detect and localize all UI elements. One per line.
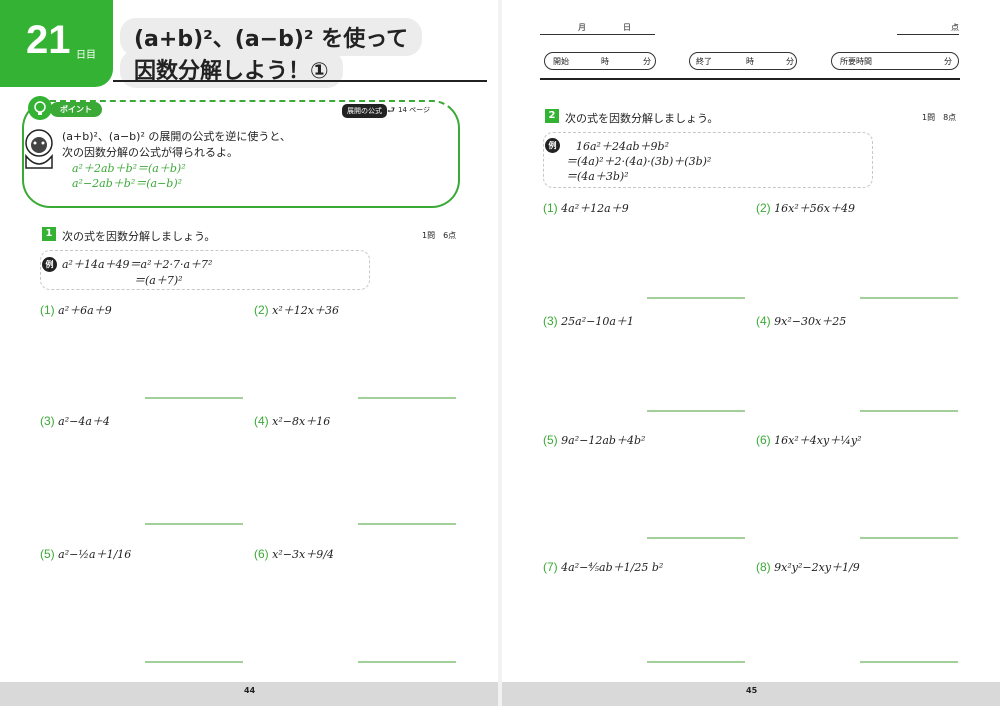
end-minute-label: 分 [786, 57, 794, 66]
start-hour-label: 時 [601, 57, 609, 66]
elapsed-time-field[interactable]: 所要時間 分 [831, 52, 959, 70]
point-text-line1: (a+b)²、(a−b)² の展開の公式を逆に使うと、 [62, 130, 291, 143]
problem-1-1: (1) a²＋6a＋9 [40, 303, 112, 317]
problem-1-2: (2) x²＋12x＋36 [254, 303, 339, 317]
section2-number: 2 [545, 109, 559, 123]
start-time-field[interactable]: 開始 時 分 [544, 52, 656, 70]
problem-1-4: (4) x²−8x＋16 [254, 414, 331, 428]
section1-number: 1 [42, 227, 56, 241]
end-label: 終了 [696, 57, 712, 66]
point-text-line2: 次の因数分解の公式が得られるよ。 [62, 146, 238, 159]
page-title-line2: 因数分解しよう！① [120, 50, 343, 88]
point-badge: ポイント [50, 102, 102, 117]
lightbulb-icon [28, 96, 52, 120]
score-label: 点 [951, 23, 959, 32]
title-divider [113, 80, 487, 82]
problem-2-5: (5) 9a²−12ab＋4b² [543, 433, 646, 447]
elapsed-minute-label: 分 [944, 57, 952, 66]
page-number-left: 44 [244, 686, 256, 695]
end-time-field[interactable]: 終了 時 分 [689, 52, 797, 70]
formula-square-diff: a²−2ab＋b²＝(a−b)² [72, 177, 183, 190]
start-minute-label: 分 [643, 57, 651, 66]
section2-example-line3: ＝(4a＋3b)² [566, 170, 629, 183]
answer-line-1-5[interactable] [145, 661, 243, 663]
answer-line-2-7[interactable] [647, 661, 745, 663]
page-number-right: 45 [746, 686, 758, 695]
answer-line-2-8[interactable] [860, 661, 958, 663]
problem-2-4: (4) 9x²−30x＋25 [756, 314, 847, 328]
character-icon [22, 128, 56, 170]
answer-line-1-1[interactable] [145, 397, 243, 399]
formula-square-sum: a²＋2ab＋b²＝(a＋b)² [72, 162, 186, 175]
answer-line-2-6[interactable] [860, 537, 958, 539]
problem-2-2: (2) 16x²＋56x＋49 [756, 201, 855, 215]
end-hour-label: 時 [746, 57, 754, 66]
section1-title: 次の式を因数分解しましょう。 [62, 230, 216, 243]
section1-example-line1: a²＋14a＋49＝a²＋2·7·a＋7² [62, 258, 213, 271]
section2-points: 1問 8点 [922, 113, 957, 122]
section1-example-line2: ＝(a＋7)² [134, 274, 183, 287]
section2-title: 次の式を因数分解しましょう。 [565, 112, 719, 125]
start-label: 開始 [553, 57, 569, 66]
problem-2-1: (1) 4a²＋12a＋9 [543, 201, 629, 215]
problem-2-8: (8) 9x²y²−2xy＋1/9 [756, 560, 860, 574]
month-label: 月 [578, 23, 586, 32]
answer-line-2-1[interactable] [647, 297, 745, 299]
answer-line-1-2[interactable] [358, 397, 456, 399]
answer-line-2-4[interactable] [860, 410, 958, 412]
answer-line-2-5[interactable] [647, 537, 745, 539]
section2-example-line1: 16a²＋24ab＋9b² [576, 140, 670, 153]
reference-badge: 展開の公式 [342, 104, 387, 118]
section1-example-badge: 例 [42, 257, 57, 272]
problem-2-7: (7) 4a²−⅘ab＋1/25 b² [543, 560, 664, 574]
problem-2-6: (6) 16x²＋4xy＋¼y² [756, 433, 862, 447]
problem-1-3: (3) a²−4a＋4 [40, 414, 110, 428]
answer-line-2-3[interactable] [647, 410, 745, 412]
day-number: 21 [26, 18, 71, 62]
page-spine [498, 0, 502, 706]
section2-example-line2: ＝(4a)²＋2·(4a)·(3b)＋(3b)² [566, 155, 712, 168]
day-label: 日 [623, 23, 631, 32]
return-arrow-icon: ⮐ [387, 106, 396, 116]
section2-example-badge: 例 [545, 138, 560, 153]
day-unit: 日目 [76, 50, 96, 61]
answer-line-1-6[interactable] [358, 661, 456, 663]
problem-1-5: (5) a²−½a＋1/16 [40, 547, 132, 561]
answer-line-2-2[interactable] [860, 297, 958, 299]
score-field[interactable] [897, 34, 959, 35]
problem-2-3: (3) 25a²−10a＋1 [543, 314, 634, 328]
answer-line-1-3[interactable] [145, 523, 243, 525]
answer-line-1-4[interactable] [358, 523, 456, 525]
header-divider [540, 78, 960, 80]
section1-points: 1問 6点 [422, 231, 457, 240]
date-field[interactable] [540, 34, 655, 35]
problem-1-6: (6) x²−3x＋9/4 [254, 547, 334, 561]
reference-page: 14 ページ [398, 106, 430, 114]
elapsed-label: 所要時間 [840, 57, 872, 66]
